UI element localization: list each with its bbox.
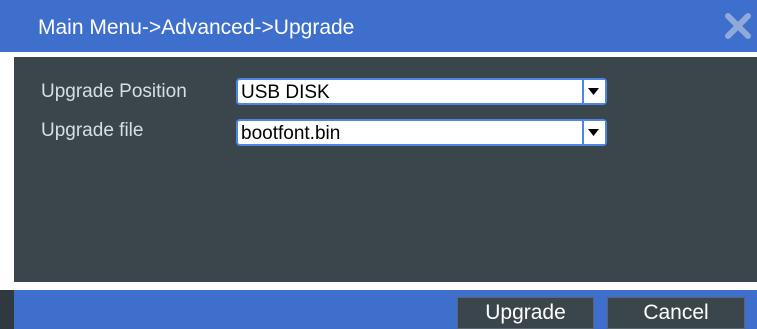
cancel-button[interactable]: Cancel <box>607 297 745 329</box>
title-bar: Main Menu->Advanced->Upgrade <box>0 0 757 52</box>
close-icon <box>722 10 754 42</box>
upgrade-file-value: bootfont.bin <box>241 123 341 144</box>
upgrade-file-select[interactable]: bootfont.bin <box>236 119 607 146</box>
upgrade-dialog: Main Menu->Advanced->Upgrade Upgrade Pos… <box>0 0 757 329</box>
close-button[interactable] <box>722 10 754 42</box>
footer-edge <box>0 290 14 329</box>
upgrade-file-label: Upgrade file <box>41 120 144 141</box>
upgrade-position-value: USB DISK <box>241 82 330 103</box>
window-title: Main Menu->Advanced->Upgrade <box>38 16 355 39</box>
upgrade-position-dropdown-button[interactable] <box>582 80 605 103</box>
upgrade-position-label: Upgrade Position <box>41 81 187 102</box>
upgrade-position-select[interactable]: USB DISK <box>236 78 607 105</box>
upgrade-button[interactable]: Upgrade <box>457 297 594 329</box>
upgrade-file-dropdown-button[interactable] <box>582 121 605 144</box>
